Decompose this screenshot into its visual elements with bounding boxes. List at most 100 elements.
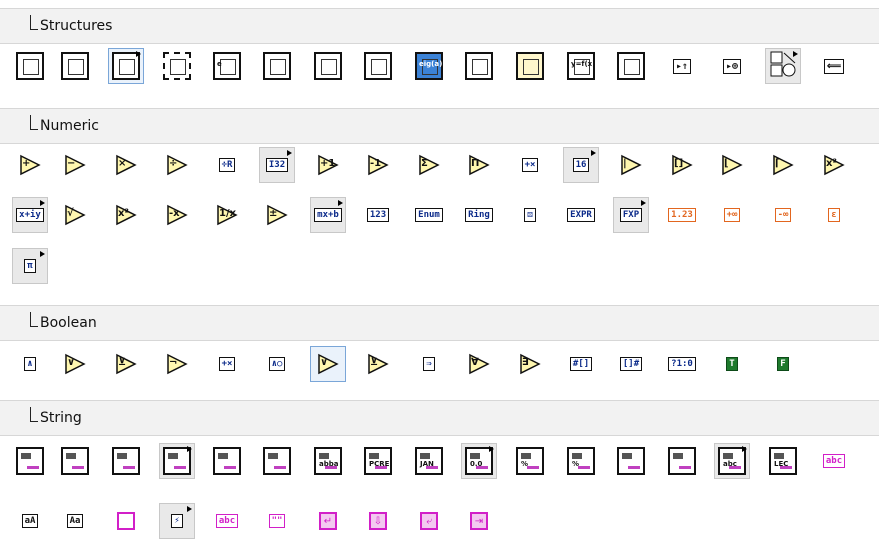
palette-round-down-item[interactable]: ⌊ <box>714 147 750 183</box>
palette-match-pattern-item[interactable] <box>259 443 295 479</box>
palette-false-constant-item[interactable]: F <box>765 346 801 382</box>
palette-array-to-spreadsheet-item[interactable]: LEC <box>765 443 801 479</box>
palette-case-structure-item[interactable] <box>57 48 93 84</box>
palette-build-text-item[interactable] <box>613 443 649 479</box>
palette-quotient-remainder-item[interactable]: ÷R <box>209 147 245 183</box>
palette-eol-constant-item[interactable]: ⤶ <box>411 503 447 539</box>
palette-to-lower-case-item[interactable]: aA <box>12 503 48 539</box>
palette-match-regex-item[interactable]: abba <box>310 443 346 479</box>
palette-and-item[interactable]: ∧ <box>12 346 48 382</box>
palette-local-variable-item[interactable]: ⟸ <box>816 48 852 84</box>
palette-reciprocal-item[interactable]: 1/x <box>209 197 245 233</box>
palette-decrement-item[interactable]: -1 <box>360 147 396 183</box>
palette-search-split-item[interactable]: PCRE <box>360 443 396 479</box>
palette-math-constants-item[interactable]: π <box>12 248 48 284</box>
palette-scale-power-item[interactable]: x² <box>816 147 852 183</box>
palette-event-structure-item[interactable] <box>108 48 144 84</box>
palette-for-loop-item[interactable] <box>259 48 295 84</box>
palette-trim-whitespace-item[interactable]: abc <box>816 443 852 479</box>
palette-line-feed-item[interactable]: ⇩ <box>360 503 396 539</box>
palette-spreadsheet-to-array-item[interactable] <box>664 443 700 479</box>
palette-add-array-elements-item[interactable]: Σ <box>411 147 447 183</box>
palette-feedback-node-item[interactable]: ▸⊕ <box>714 48 750 84</box>
palette-or-array-item[interactable]: ∃ <box>512 346 548 382</box>
palette-increment-item[interactable]: +1 <box>310 147 346 183</box>
palette-element-in-place-item[interactable]: e <box>209 48 245 84</box>
palette-scan-from-string-item[interactable]: % <box>563 443 599 479</box>
palette-bool-to-01-item[interactable]: ?1:0 <box>664 346 700 382</box>
palette-while-loop-item[interactable] <box>310 48 346 84</box>
palette-and-array-item[interactable]: ∀ <box>461 346 497 382</box>
category-header-structures[interactable]: Structures <box>0 8 879 44</box>
palette-round-nearest-item[interactable]: [] <box>664 147 700 183</box>
palette-replace-substring-item[interactable] <box>159 443 195 479</box>
palette-square-root-item[interactable]: √ <box>57 197 93 233</box>
palette-compound-boolean-item[interactable]: +× <box>209 346 245 382</box>
palette-string-length-item[interactable] <box>12 443 48 479</box>
palette-conditional-disable-item[interactable] <box>512 48 548 84</box>
palette-not-or-item[interactable]: ∨ <box>310 346 346 382</box>
palette-subtract-item[interactable]: − <box>57 147 93 183</box>
palette-carriage-return-item[interactable]: ↵ <box>310 503 346 539</box>
palette-additional-string-item[interactable]: ⚡ <box>159 503 195 539</box>
palette-not-exclusive-or-item[interactable]: ⊻ <box>360 346 396 382</box>
palette-in-place-element-item[interactable] <box>613 48 649 84</box>
palette-space-constant-item[interactable]: abc <box>209 503 245 539</box>
palette-bool-array-to-number-item[interactable]: []# <box>613 346 649 382</box>
palette-divide-item[interactable]: ÷ <box>159 147 195 183</box>
palette-not-item[interactable]: ¬ <box>159 346 195 382</box>
palette-shift-register-item[interactable]: ▸⇑ <box>664 48 700 84</box>
category-header-numeric[interactable]: Numeric <box>0 108 879 144</box>
palette-format-into-string-item[interactable]: % <box>512 443 548 479</box>
palette-round-up-item[interactable]: ⌈ <box>765 147 801 183</box>
palette-search-replace-item[interactable] <box>209 443 245 479</box>
palette-not-and-item[interactable]: ∧○ <box>259 346 295 382</box>
palette-timed-structure-item[interactable] <box>360 48 396 84</box>
palette-epsilon-item[interactable]: ε <box>816 197 852 233</box>
palette-neg-infinity-item[interactable]: -∞ <box>765 197 801 233</box>
palette-tab-constant-item[interactable]: ⇥ <box>461 503 497 539</box>
palette-random-number-item[interactable]: ⚄ <box>512 197 548 233</box>
palette-exclusive-or-item[interactable]: ⊻ <box>108 346 144 382</box>
palette-string-conversion-item[interactable]: abc <box>714 443 750 479</box>
palette-concatenate-strings-item[interactable] <box>57 443 93 479</box>
palette-negate-item[interactable]: -x <box>159 197 195 233</box>
palette-fixed-point-item[interactable]: FXP <box>613 197 649 233</box>
palette-formula-node-item[interactable]: y=f(x) <box>563 48 599 84</box>
palette-or-item[interactable]: ∨ <box>57 346 93 382</box>
palette-number-to-bool-array-item[interactable]: #[] <box>563 346 599 382</box>
palette-add-item[interactable]: + <box>12 147 48 183</box>
palette-linear-evaluation-item[interactable]: mx+b <box>310 197 346 233</box>
palette-multiply-array-elements-item[interactable]: Π <box>461 147 497 183</box>
palette-scan-number-item[interactable]: 0.0 <box>461 443 497 479</box>
palette-expression-node-item[interactable]: EXPR <box>563 197 599 233</box>
palette-string-constant-item[interactable] <box>108 503 144 539</box>
palette-empty-string-item[interactable]: "" <box>259 503 295 539</box>
palette-to-upper-case-item[interactable]: Aa <box>57 503 93 539</box>
palette-data-manipulation-item[interactable]: 16 <box>563 147 599 183</box>
palette-mathscript-node-item[interactable]: eig(a) <box>411 48 447 84</box>
palette-enum-constant-item[interactable]: Enum <box>411 197 447 233</box>
palette-stacked-sequence-item[interactable] <box>461 48 497 84</box>
palette-numeric-constant-item[interactable]: 123 <box>360 197 396 233</box>
palette-ring-constant-item[interactable]: Ring <box>461 197 497 233</box>
palette-conversion-item[interactable]: I32 <box>259 147 295 183</box>
palette-absolute-value-item[interactable]: | <box>613 147 649 183</box>
palette-implies-item[interactable]: ⇒ <box>411 346 447 382</box>
palette-compound-arithmetic-item[interactable]: +× <box>512 147 548 183</box>
palette-sign-item[interactable]: ± <box>259 197 295 233</box>
palette-flat-sequence-item[interactable] <box>12 48 48 84</box>
category-header-string[interactable]: String <box>0 400 879 436</box>
palette-multiply-item[interactable]: × <box>108 147 144 183</box>
category-header-boolean[interactable]: Boolean <box>0 305 879 341</box>
palette-dbl-constant-item[interactable]: 1.23 <box>664 197 700 233</box>
palette-complex-item[interactable]: x+iy <box>12 197 48 233</box>
palette-format-date-time-item[interactable]: JAN <box>411 443 447 479</box>
icon-glyph: ⇒ <box>426 359 432 369</box>
palette-square-item[interactable]: x² <box>108 197 144 233</box>
palette-diagram-disable-item[interactable] <box>159 48 195 84</box>
palette-global-variable-item[interactable] <box>765 48 801 84</box>
palette-pos-infinity-item[interactable]: +∞ <box>714 197 750 233</box>
palette-string-subset-item[interactable] <box>108 443 144 479</box>
palette-true-constant-item[interactable]: T <box>714 346 750 382</box>
